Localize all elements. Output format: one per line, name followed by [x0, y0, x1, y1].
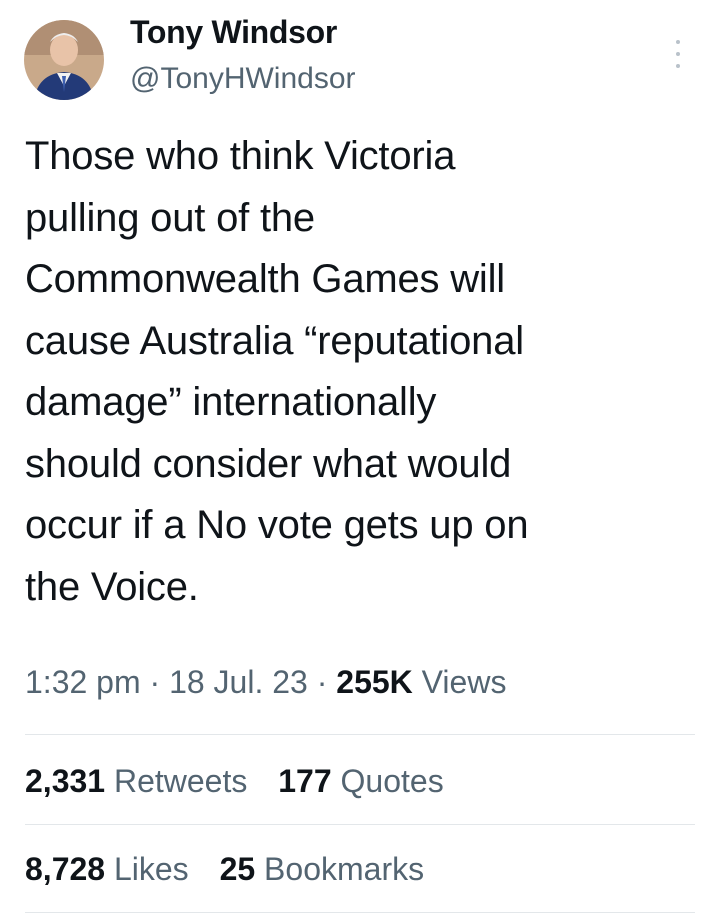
engagement-row: 8,728 Likes 25 Bookmarks — [25, 851, 446, 888]
tweet-text: Those who think Victoria pulling out of … — [25, 126, 685, 618]
quotes-label: Quotes — [340, 763, 444, 799]
views-count: 255K — [336, 664, 413, 700]
likes-count: 8,728 — [25, 851, 106, 887]
tweet-text-line: should consider what would — [25, 441, 512, 486]
quotes-stat[interactable]: 177 Quotes — [278, 763, 443, 800]
divider — [25, 912, 695, 913]
engagement-row: 2,331 Retweets 177 Quotes — [25, 763, 466, 800]
meta-separator: · — [316, 664, 328, 700]
tweet-text-line: Those who think Victoria — [25, 134, 456, 178]
likes-stat[interactable]: 8,728 Likes — [25, 851, 189, 888]
bookmarks-count: 25 — [219, 851, 256, 887]
profile-photo-icon — [24, 20, 104, 100]
avatar[interactable] — [24, 20, 104, 100]
divider — [25, 824, 695, 825]
tweet-text-line: the Voice. — [25, 564, 199, 609]
tweet-text-line: damage” internationally — [25, 380, 437, 424]
tweet-text-line: pulling out of the — [25, 195, 315, 240]
views-label: Views — [421, 664, 507, 700]
tweet-meta: 1:32 pm · 18 Jul. 23 · 255K Views — [25, 664, 506, 701]
retweets-stat[interactable]: 2,331 Retweets — [25, 763, 247, 800]
tweet-card: Tony Windsor @TonyHWindsor Those who thi… — [0, 0, 703, 921]
divider — [25, 734, 695, 735]
bookmarks-label: Bookmarks — [264, 851, 425, 887]
likes-label: Likes — [113, 851, 189, 887]
tweet-text-line: Commonwealth Games will — [25, 257, 505, 301]
tweet-text-line: occur if a No vote gets up on — [25, 503, 529, 547]
meta-separator: · — [149, 664, 161, 700]
retweets-count: 2,331 — [25, 763, 106, 799]
tweet-text-line: cause Australia “reputational — [25, 318, 524, 363]
author-handle[interactable]: @TonyHWindsor — [130, 62, 356, 96]
more-options-icon[interactable] — [664, 36, 692, 72]
tweet-time[interactable]: 1:32 pm — [25, 664, 141, 700]
retweets-label: Retweets — [113, 763, 248, 799]
tweet-date[interactable]: 18 Jul. 23 — [169, 664, 308, 700]
bookmarks-stat[interactable]: 25 Bookmarks — [220, 851, 425, 888]
author-name[interactable]: Tony Windsor — [130, 14, 337, 51]
quotes-count: 177 — [278, 763, 332, 799]
